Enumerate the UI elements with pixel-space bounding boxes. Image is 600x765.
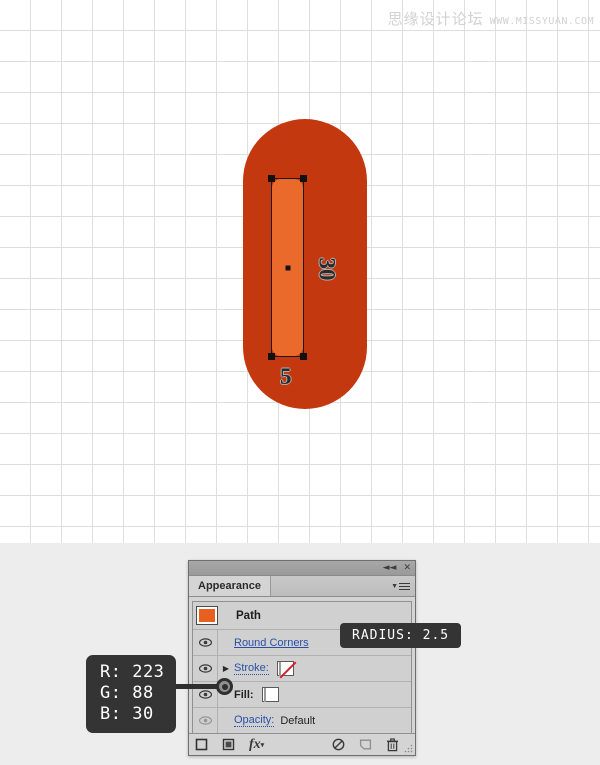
none-swatch-icon — [278, 662, 281, 676]
appearance-row-opacity-label[interactable]: Opacity: — [234, 714, 275, 727]
stroke-color-swatch[interactable] — [276, 661, 294, 676]
fill-color-swatch[interactable] — [261, 687, 279, 702]
rgb-blue-value: B: 30 — [100, 704, 154, 724]
close-icon[interactable]: ✕ — [403, 563, 411, 573]
rgb-value-callout: R: 223 G: 88 B: 30 — [86, 655, 177, 733]
delete-item-icon[interactable] — [386, 737, 399, 752]
duplicate-item-icon[interactable] — [359, 738, 372, 751]
panel-footer-toolbar[interactable]: fx ▾ — [189, 733, 415, 755]
measure-label-width: 5 — [280, 364, 292, 389]
add-effect-fx-icon[interactable]: fx ▾ — [249, 737, 264, 753]
watermark-url-text: WWW.MISSYUAN.COM — [489, 16, 594, 27]
tab-appearance[interactable]: Appearance — [189, 576, 271, 596]
clear-appearance-icon[interactable] — [332, 738, 345, 751]
eye-icon[interactable] — [198, 638, 212, 647]
appearance-row-round-corners-label[interactable]: Round Corners — [234, 637, 309, 649]
vector-artwork[interactable]: 30 5 — [243, 119, 367, 409]
add-new-fill-icon[interactable] — [222, 738, 235, 751]
resize-grip-icon[interactable] — [404, 744, 413, 753]
collapse-to-icons-icon[interactable]: ◄◄ — [383, 563, 397, 573]
appearance-panel[interactable]: ◄◄ ✕ Appearance ▼ Path Round Corners ▶ S… — [188, 560, 416, 756]
panel-tab-filler: ▼ — [271, 576, 415, 596]
artboard-canvas: 思缘设计论坛 WWW.MISSYUAN.COM 30 5 — [0, 0, 600, 543]
visibility-toggle-round-corners[interactable] — [193, 630, 218, 655]
panel-body: Path Round Corners ▶ Stroke: Fill: Opaci… — [189, 597, 415, 733]
watermark: 思缘设计论坛 WWW.MISSYUAN.COM — [388, 8, 594, 29]
selection-handle-top-right[interactable] — [300, 175, 307, 182]
selection-handle-top-left[interactable] — [268, 175, 275, 182]
appearance-row-path-label: Path — [236, 609, 261, 622]
watermark-cn-text: 思缘设计论坛 — [387, 10, 484, 28]
panel-titlebar[interactable]: ◄◄ ✕ — [189, 561, 415, 576]
outer-capsule-shape[interactable] — [243, 119, 367, 409]
selection-handle-bottom-left[interactable] — [268, 353, 275, 360]
selection-bounding-box[interactable] — [268, 175, 307, 360]
callout-target-marker — [216, 678, 233, 695]
appearance-row-stroke-label[interactable]: Stroke: — [234, 662, 269, 675]
eye-icon[interactable] — [198, 664, 212, 673]
path-thumbnail-swatch[interactable] — [196, 606, 218, 625]
appearance-row-fill-label[interactable]: Fill: — [234, 689, 254, 701]
visibility-toggle-stroke[interactable] — [193, 656, 218, 681]
panel-menu-icon[interactable]: ▼ — [391, 581, 410, 592]
measure-label-height: 30 — [314, 257, 340, 281]
rgb-green-value: G: 88 — [100, 683, 154, 703]
selection-handle-bottom-right[interactable] — [300, 353, 307, 360]
visibility-toggle-opacity[interactable] — [193, 708, 218, 733]
eye-icon[interactable] — [198, 690, 212, 699]
fill-color-chip — [263, 688, 266, 702]
chevron-right-icon[interactable]: ▶ — [218, 664, 234, 673]
appearance-row-opacity-value[interactable]: Default — [280, 715, 315, 727]
radius-value-callout: RADIUS: 2.5 — [340, 623, 462, 648]
selection-center-point[interactable] — [285, 265, 290, 270]
appearance-row-opacity[interactable]: Opacity: Default — [193, 708, 411, 733]
panel-tab-row[interactable]: Appearance ▼ — [189, 576, 415, 597]
appearance-rows-list: Path Round Corners ▶ Stroke: Fill: Opaci… — [192, 601, 412, 733]
rgb-red-value: R: 223 — [100, 662, 165, 682]
add-new-stroke-icon[interactable] — [195, 738, 208, 751]
eye-icon[interactable] — [198, 716, 212, 725]
